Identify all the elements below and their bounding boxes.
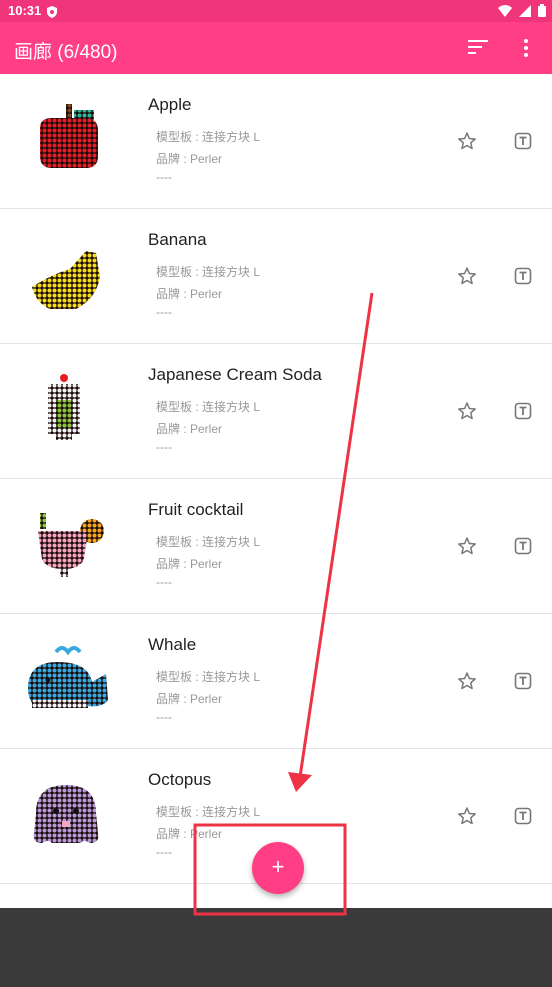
bottom-bar (0, 908, 552, 987)
add-icon: + (271, 854, 285, 879)
item-brand: 品牌 : Perler (156, 287, 223, 301)
status-bar: 10:31 (0, 0, 552, 22)
favorite-button[interactable] (457, 671, 477, 691)
text-mode-button[interactable] (514, 537, 532, 555)
item-template: 模型板 : 连接方块 L (156, 130, 261, 144)
text-icon (514, 267, 532, 285)
whale-pattern-thumbnail (28, 646, 108, 708)
text-mode-button[interactable] (514, 267, 532, 285)
item-name: Octopus (148, 770, 212, 789)
item-note: ---- (156, 845, 172, 859)
text-icon (514, 402, 532, 420)
sort-icon (468, 40, 488, 54)
list-item[interactable]: Apple 模型板 : 连接方块 L 品牌 : Perler ---- (0, 74, 552, 209)
list-item[interactable]: Japanese Cream Soda 模型板 : 连接方块 L 品牌 : Pe… (0, 344, 552, 479)
item-template: 模型板 : 连接方块 L (156, 265, 261, 279)
item-note: ---- (156, 440, 172, 454)
text-icon (514, 132, 532, 150)
text-mode-button[interactable] (514, 672, 532, 690)
page-title: 画廊 (6/480) (14, 42, 118, 63)
star-outline-icon (458, 267, 476, 285)
item-brand: 品牌 : Perler (156, 827, 223, 841)
cream-soda-pattern-thumbnail (48, 374, 80, 440)
item-note: ---- (156, 710, 172, 724)
gallery-list: Apple 模型板 : 连接方块 L 品牌 : Perler ---- Bana… (0, 74, 552, 884)
text-mode-button[interactable] (514, 807, 532, 825)
text-icon (514, 672, 532, 690)
list-item[interactable]: Banana 模型板 : 连接方块 L 品牌 : Perler ---- (0, 209, 552, 344)
list-item[interactable]: Fruit cocktail 模型板 : 连接方块 L 品牌 : Perler … (0, 479, 552, 614)
add-button[interactable]: + (252, 842, 304, 894)
text-mode-button[interactable] (514, 132, 532, 150)
wifi-icon (498, 4, 512, 17)
favorite-button[interactable] (457, 536, 477, 556)
favorite-button[interactable] (457, 806, 477, 826)
banana-pattern-thumbnail (32, 251, 100, 309)
text-icon (514, 807, 532, 825)
favorite-button[interactable] (457, 131, 477, 151)
app-bar: 画廊 (6/480) (0, 22, 552, 74)
item-brand: 品牌 : Perler (156, 152, 223, 166)
list-item[interactable]: Whale 模型板 : 连接方块 L 品牌 : Perler ---- (0, 614, 552, 749)
shield-icon (47, 5, 57, 23)
favorite-button[interactable] (457, 266, 477, 286)
star-outline-icon (458, 672, 476, 690)
status-icons (498, 4, 546, 17)
star-outline-icon (458, 402, 476, 420)
star-outline-icon (458, 132, 476, 150)
item-template: 模型板 : 连接方块 L (156, 400, 261, 414)
item-note: ---- (156, 305, 172, 319)
item-name: Fruit cocktail (148, 500, 244, 519)
item-brand: 品牌 : Perler (156, 422, 223, 436)
item-name: Banana (148, 230, 207, 249)
text-icon (514, 537, 532, 555)
text-mode-button[interactable] (514, 402, 532, 420)
octopus-pattern-thumbnail (33, 785, 99, 843)
battery-icon (538, 4, 546, 17)
item-name: Apple (148, 95, 192, 114)
status-time: 10:31 (8, 3, 42, 18)
item-note: ---- (156, 170, 172, 184)
more-options-button[interactable] (523, 38, 537, 58)
item-template: 模型板 : 连接方块 L (156, 670, 261, 684)
item-brand: 品牌 : Perler (156, 557, 223, 571)
apple-pattern-thumbnail (40, 104, 98, 168)
item-note: ---- (156, 575, 172, 589)
item-name: Whale (148, 635, 197, 654)
favorite-button[interactable] (457, 401, 477, 421)
item-brand: 品牌 : Perler (156, 692, 223, 706)
star-outline-icon (458, 537, 476, 555)
more-vert-icon (524, 39, 528, 57)
sort-button[interactable] (468, 39, 490, 57)
item-name: Japanese Cream Soda (148, 365, 322, 384)
item-template: 模型板 : 连接方块 L (156, 805, 261, 819)
fruit-cocktail-pattern-thumbnail (38, 513, 104, 577)
item-template: 模型板 : 连接方块 L (156, 535, 261, 549)
signal-icon (519, 4, 531, 17)
star-outline-icon (458, 807, 476, 825)
